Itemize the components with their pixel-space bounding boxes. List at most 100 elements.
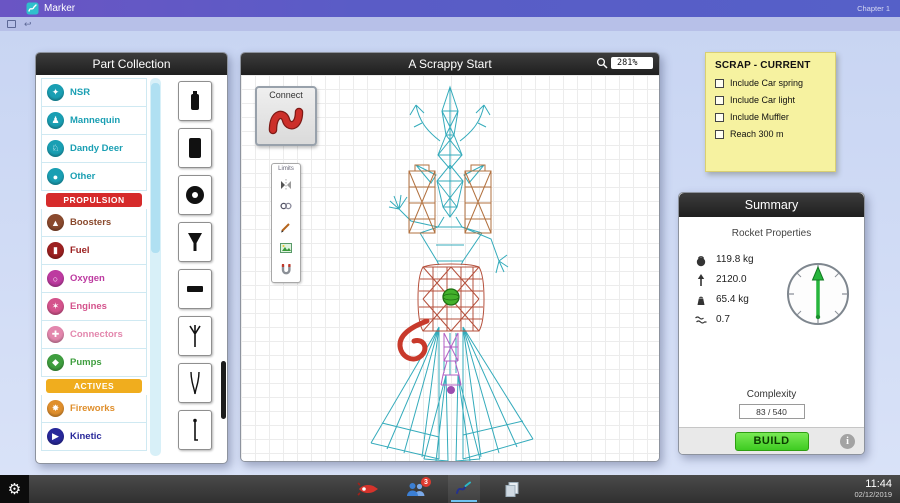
- workshop-header: A Scrappy Start 281%: [241, 53, 659, 75]
- zoom-control[interactable]: 281%: [596, 57, 653, 69]
- link-tool-icon[interactable]: [278, 198, 294, 214]
- category-fireworks[interactable]: ✸ Fireworks: [41, 395, 147, 423]
- mission-note: SCRAP - CURRENT Include Car spring Inclu…: [705, 52, 836, 172]
- taskbar-apps: 3: [352, 475, 528, 503]
- category-fireworks-icon: ✸: [47, 400, 64, 417]
- thumbnail-whisk-part[interactable]: [177, 316, 212, 356]
- category-fuel[interactable]: ▮ Fuel: [41, 237, 147, 265]
- stat-dry-mass: 65.4 kg: [694, 293, 754, 306]
- dry-mass-icon: [697, 296, 705, 305]
- app-logo-icon: [26, 2, 39, 15]
- taskbar-marker-app-active[interactable]: [448, 475, 480, 503]
- tool-palette-label: Limits: [278, 166, 294, 172]
- summary-footer: BUILD i: [679, 427, 864, 454]
- zoom-level[interactable]: 281%: [611, 57, 653, 69]
- funnel-part-icon: [187, 233, 202, 251]
- category-list: ✦ NSR ♟ Mannequin ♘ Dandy Deer ● Other P…: [41, 78, 147, 463]
- objective-car-light[interactable]: Include Car light: [715, 95, 826, 105]
- part-collection-panel: Part Collection ✦ NSR ♟ Mannequin ♘ Dand…: [35, 52, 228, 464]
- texture-tool-icon[interactable]: [278, 240, 294, 256]
- category-scrollbar-thumb[interactable]: [151, 83, 160, 253]
- taskbar-community-app[interactable]: 3: [400, 475, 432, 503]
- title-bar: Marker Chapter 1: [0, 0, 900, 17]
- marker-icon: [456, 481, 471, 494]
- plate-part-icon: [186, 286, 203, 292]
- objective-car-spring[interactable]: Include Car spring: [715, 78, 826, 88]
- checkbox-icon[interactable]: [715, 129, 724, 139]
- rocket-stats: 119.8 kg 2120.0 65.4 kg 0.7: [694, 253, 754, 326]
- wheel-part-icon: [185, 186, 204, 204]
- taskbar-rocket-app[interactable]: [352, 475, 384, 503]
- category-nsr[interactable]: ✦ NSR: [41, 79, 147, 107]
- category-fuel-icon: ▮: [47, 242, 64, 259]
- tool-palette: Limits: [271, 163, 301, 283]
- window-menu-icon[interactable]: [7, 20, 16, 28]
- build-canvas[interactable]: Connect Limits: [241, 75, 659, 461]
- thrust-icon: [697, 273, 705, 286]
- category-mannequin[interactable]: ♟ Mannequin: [41, 107, 147, 135]
- taskbar-copy-app[interactable]: [496, 475, 528, 503]
- checkbox-icon[interactable]: [715, 78, 724, 88]
- part-collection-title: Part Collection: [36, 53, 227, 75]
- workshop-title: A Scrappy Start: [408, 57, 492, 71]
- window-title: Marker: [44, 3, 76, 14]
- thumbnail-plate-part[interactable]: [177, 269, 212, 309]
- category-mannequin-icon: ♟: [47, 112, 64, 129]
- category-boosters-icon: ▲: [47, 214, 64, 231]
- battery-part-icon: [190, 91, 199, 110]
- category-other[interactable]: ● Other: [41, 163, 147, 191]
- objective-reach-300m[interactable]: Reach 300 m: [715, 129, 826, 139]
- checkbox-icon[interactable]: [715, 112, 724, 122]
- category-connectors-icon: ✚: [47, 326, 64, 343]
- magnifier-icon: [596, 57, 608, 69]
- category-other-icon: ●: [47, 168, 64, 185]
- workshop-panel: A Scrappy Start 281% Connect Limits: [240, 52, 660, 462]
- category-dandy-deer[interactable]: ♘ Dandy Deer: [41, 135, 147, 163]
- checkbox-icon[interactable]: [715, 95, 724, 105]
- selected-part-card[interactable]: Connect: [255, 86, 317, 146]
- thumbnail-funnel-part[interactable]: [177, 222, 212, 262]
- category-boosters[interactable]: ▲ Boosters: [41, 209, 147, 237]
- part-thumbnail-list: [164, 78, 225, 463]
- taskbar: ⚙ 3 11:44 02/12/2019: [0, 475, 900, 503]
- mass-icon: [696, 255, 706, 266]
- category-engines-icon: ✶: [47, 298, 64, 315]
- category-dandy-deer-icon: ♘: [47, 140, 64, 157]
- stability-gauge: [787, 263, 849, 325]
- objective-muffler[interactable]: Include Muffler: [715, 112, 826, 122]
- category-scrollbar[interactable]: [150, 78, 161, 456]
- thumbnail-rod-part[interactable]: [177, 410, 212, 450]
- build-button[interactable]: BUILD: [734, 431, 809, 451]
- rocket-icon: [357, 482, 378, 496]
- category-engines[interactable]: ✶ Engines: [41, 293, 147, 321]
- category-oxygen[interactable]: ○ Oxygen: [41, 265, 147, 293]
- connect-tube-icon: [268, 107, 304, 135]
- mirror-tool-icon[interactable]: [278, 177, 294, 193]
- clamp-part-icon: [189, 371, 200, 395]
- thumbnail-scrollbar[interactable]: [221, 361, 226, 419]
- summary-title: Summary: [679, 193, 864, 217]
- block-part-icon: [188, 138, 201, 158]
- rocket-properties-label: Rocket Properties: [731, 228, 812, 239]
- magnet-tool-icon[interactable]: [278, 261, 294, 277]
- back-arrow-icon[interactable]: ↩: [24, 20, 32, 29]
- clock-area: 11:44 02/12/2019: [854, 478, 892, 499]
- thumbnail-battery-part[interactable]: [177, 81, 212, 121]
- clock: 11:44: [865, 478, 892, 490]
- date: 02/12/2019: [854, 490, 892, 499]
- thumbnail-block-part[interactable]: [177, 128, 212, 168]
- paint-tool-icon[interactable]: [278, 219, 294, 235]
- thumbnail-clamp-part[interactable]: [177, 363, 212, 403]
- category-connectors[interactable]: ✚ Connectors: [41, 321, 147, 349]
- thumbnail-wheel-part[interactable]: [177, 175, 212, 215]
- drag-icon: [695, 315, 707, 324]
- category-kinetic[interactable]: ▶ Kinetic: [41, 423, 147, 451]
- category-kinetic-icon: ▶: [47, 428, 64, 445]
- category-pumps[interactable]: ◆ Pumps: [41, 349, 147, 377]
- start-button[interactable]: ⚙: [0, 475, 29, 503]
- menu-strip: ↩: [0, 17, 900, 31]
- notification-badge: 3: [421, 477, 431, 487]
- info-button[interactable]: i: [840, 434, 855, 449]
- stat-drag: 0.7: [694, 313, 754, 326]
- stat-mass: 119.8 kg: [694, 253, 754, 266]
